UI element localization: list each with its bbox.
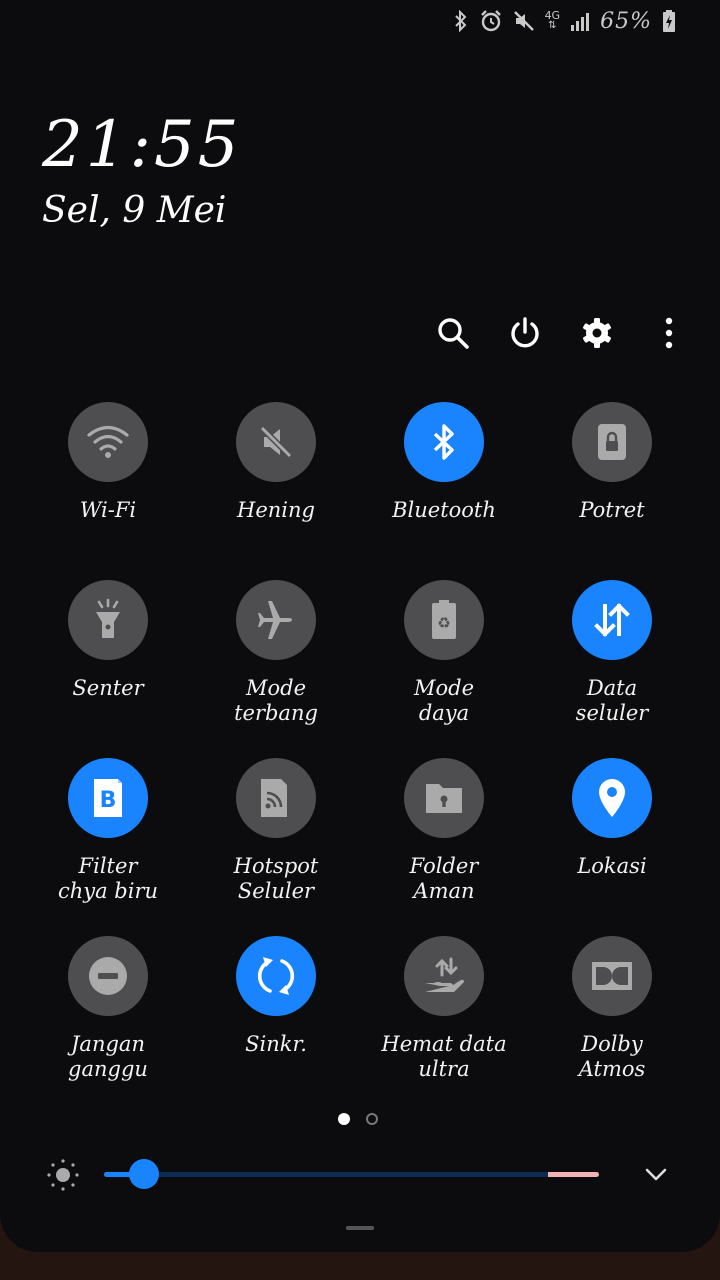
settings-icon [583, 318, 611, 348]
tile-label: Folder Aman [409, 854, 479, 903]
tile-blue-light-filter[interactable]: B Filter chya biru [24, 758, 192, 920]
network-4g-icon: 4G ⇅ [544, 9, 561, 31]
tile-flashlight[interactable]: Senter [24, 580, 192, 742]
tile-label: Dolby Atmos [578, 1032, 646, 1081]
quick-panel: 4G ⇅ 65% 21:55 Sel, 9 Mei Wi-Fi Hening B… [0, 0, 720, 1252]
tile-label: Jangan ganggu [68, 1032, 148, 1081]
tile-label: Hemat data ultra [381, 1032, 507, 1081]
tile-label: Mode terbang [234, 676, 318, 725]
tile-sync-button[interactable] [236, 936, 316, 1016]
tile-data-saver[interactable]: Hemat data ultra [360, 936, 528, 1098]
brightness-slider-thumb[interactable] [128, 1159, 159, 1189]
tile-do-not-disturb-button[interactable] [68, 936, 148, 1016]
tile-data-saver-button[interactable] [404, 936, 484, 1016]
tile-hotspot-button[interactable] [236, 758, 316, 838]
tile-do-not-disturb[interactable]: Jangan ganggu [24, 936, 192, 1098]
brightness-control [40, 1152, 680, 1196]
tile-label: Lokasi [577, 854, 647, 878]
status-bar: 4G ⇅ 65% [453, 8, 676, 34]
svg-text:B: B [100, 788, 117, 813]
bluetooth-icon [454, 10, 466, 32]
quick-settings-grid: Wi-Fi Hening Bluetooth Potret Senter Mod… [24, 402, 696, 1098]
panel-drag-handle[interactable] [346, 1226, 374, 1230]
more-options-button[interactable] [648, 310, 690, 356]
sync-icon [257, 957, 295, 995]
dolby-icon [592, 962, 632, 990]
tile-label: Sinkr. [245, 1032, 307, 1056]
tile-mute[interactable]: Hening [192, 402, 360, 564]
page-indicator [338, 1113, 378, 1125]
tile-location-button[interactable] [572, 758, 652, 838]
tile-label: Mode daya [413, 676, 475, 725]
tile-label: Data seluler [575, 676, 649, 725]
tile-label: Filter chya biru [57, 854, 159, 903]
more-icon [665, 317, 673, 349]
tile-label: Hening [237, 498, 315, 522]
location-icon [599, 779, 625, 817]
page-dot-2[interactable] [366, 1113, 378, 1125]
chevron-down-icon[interactable] [642, 1160, 670, 1188]
tile-bluetooth-button[interactable] [404, 402, 484, 482]
tile-power-mode[interactable]: ♻ Mode daya [360, 580, 528, 742]
power-mode-icon: ♻ [432, 600, 456, 639]
flashlight-icon [96, 598, 120, 638]
airplane-icon [258, 601, 292, 639]
tile-label: Potret [579, 498, 645, 522]
portrait-lock-icon [598, 424, 626, 460]
tile-location[interactable]: Lokasi [528, 758, 696, 920]
battery-charging-icon [663, 10, 675, 32]
page-dot-1[interactable] [338, 1113, 350, 1125]
wifi-icon [87, 425, 129, 458]
search-icon [438, 318, 469, 349]
mute-icon [513, 11, 534, 31]
tile-mobile-data[interactable]: Data seluler [528, 580, 696, 742]
tile-hotspot[interactable]: Hotspot Seluler [192, 758, 360, 920]
tile-power-mode-button[interactable]: ♻ [404, 580, 484, 660]
mobile-data-icon [594, 603, 630, 637]
tile-wifi-button[interactable] [68, 402, 148, 482]
brightness-track[interactable] [104, 1172, 599, 1177]
blue-light-filter-icon: B [94, 779, 122, 817]
hotspot-icon [261, 779, 287, 817]
tile-mute-button[interactable] [236, 402, 316, 482]
power-button[interactable] [504, 310, 546, 356]
tile-sync[interactable]: Sinkr. [192, 936, 360, 1098]
secure-folder-icon [426, 784, 462, 813]
tile-portrait-button[interactable] [572, 402, 652, 482]
brightness-track-end [548, 1172, 599, 1177]
brightness-icon [47, 1159, 79, 1191]
battery-percent: 65% [600, 8, 652, 34]
tile-dolby-atmos-button[interactable] [572, 936, 652, 1016]
tile-portrait[interactable]: Potret [528, 402, 696, 564]
clock-date[interactable]: Sel, 9 Mei [42, 190, 226, 231]
panel-toolbar [432, 310, 690, 356]
alarm-icon [480, 10, 501, 32]
bluetooth-icon [433, 424, 454, 460]
tile-secure-folder-button[interactable] [404, 758, 484, 838]
tile-label: Hotspot Seluler [233, 854, 319, 903]
tile-flashlight-button[interactable] [68, 580, 148, 660]
signal-icon [571, 13, 590, 31]
svg-text:♻: ♻ [437, 614, 450, 632]
do-not-disturb-icon [89, 957, 127, 995]
tile-secure-folder[interactable]: Folder Aman [360, 758, 528, 920]
clock-time[interactable]: 21:55 [42, 108, 241, 182]
tile-airplane-button[interactable] [236, 580, 316, 660]
tile-mobile-data-button[interactable] [572, 580, 652, 660]
tile-wifi[interactable]: Wi-Fi [24, 402, 192, 564]
power-icon [511, 317, 539, 348]
settings-button[interactable] [576, 310, 618, 356]
tile-label: Bluetooth [392, 498, 496, 522]
tile-blue-light-filter-button[interactable]: B [68, 758, 148, 838]
tile-airplane[interactable]: Mode terbang [192, 580, 360, 742]
search-button[interactable] [432, 310, 474, 356]
tile-label: Senter [72, 676, 144, 700]
tile-label: Wi-Fi [79, 498, 137, 522]
mute-icon [259, 425, 293, 459]
tile-dolby-atmos[interactable]: Dolby Atmos [528, 936, 696, 1098]
tile-bluetooth[interactable]: Bluetooth [360, 402, 528, 564]
data-saver-icon [425, 957, 464, 992]
